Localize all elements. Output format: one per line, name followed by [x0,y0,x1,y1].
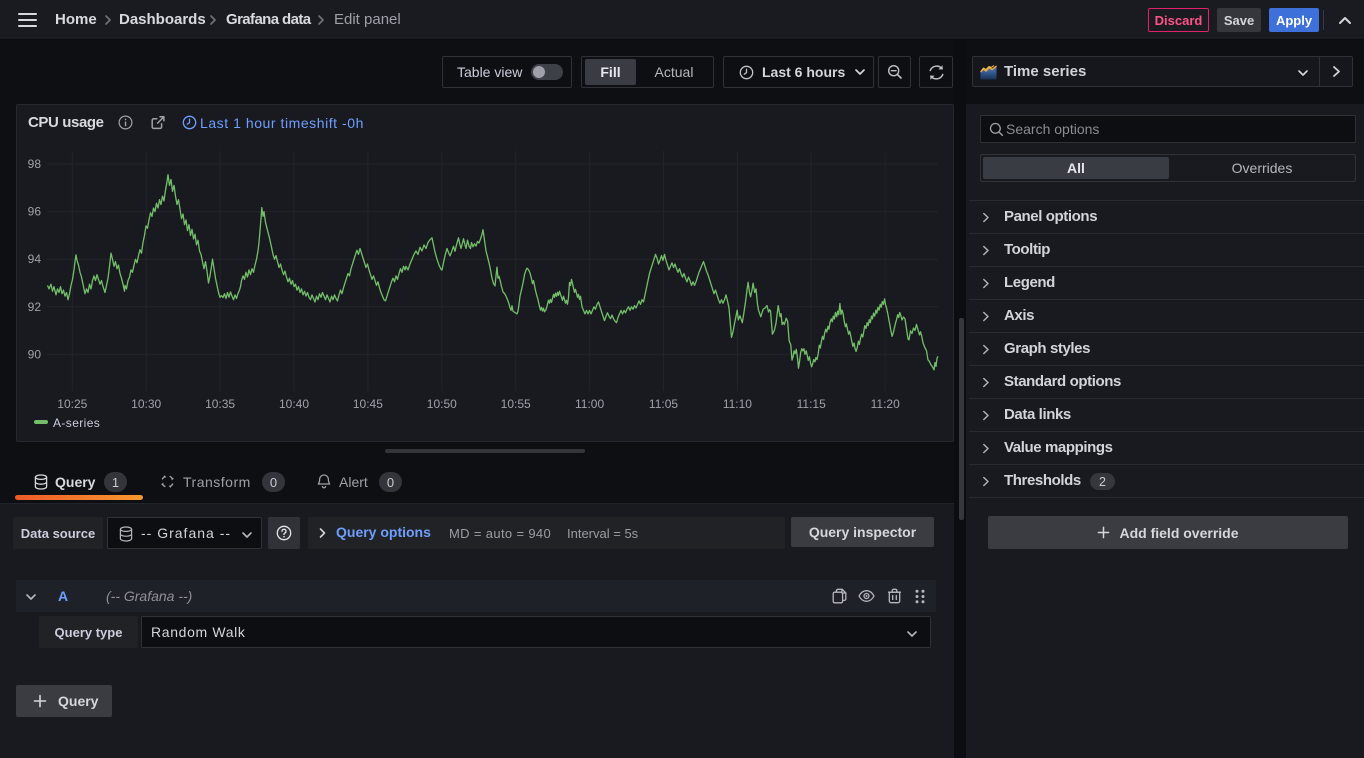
svg-text:11:20: 11:20 [871,397,900,411]
svg-text:90: 90 [28,347,42,361]
svg-text:10:40: 10:40 [279,397,309,411]
svg-text:10:50: 10:50 [427,397,457,411]
svg-text:10:30: 10:30 [131,397,161,411]
svg-text:92: 92 [28,300,42,314]
svg-text:11:00: 11:00 [575,397,604,411]
svg-text:98: 98 [28,157,42,171]
svg-text:11:05: 11:05 [649,397,678,411]
svg-text:10:25: 10:25 [57,397,87,411]
svg-text:11:15: 11:15 [797,397,826,411]
svg-text:10:55: 10:55 [501,397,531,411]
svg-text:11:10: 11:10 [723,397,752,411]
svg-text:94: 94 [28,252,42,266]
svg-text:10:35: 10:35 [205,397,235,411]
svg-text:10:45: 10:45 [353,397,383,411]
svg-text:96: 96 [28,205,42,219]
